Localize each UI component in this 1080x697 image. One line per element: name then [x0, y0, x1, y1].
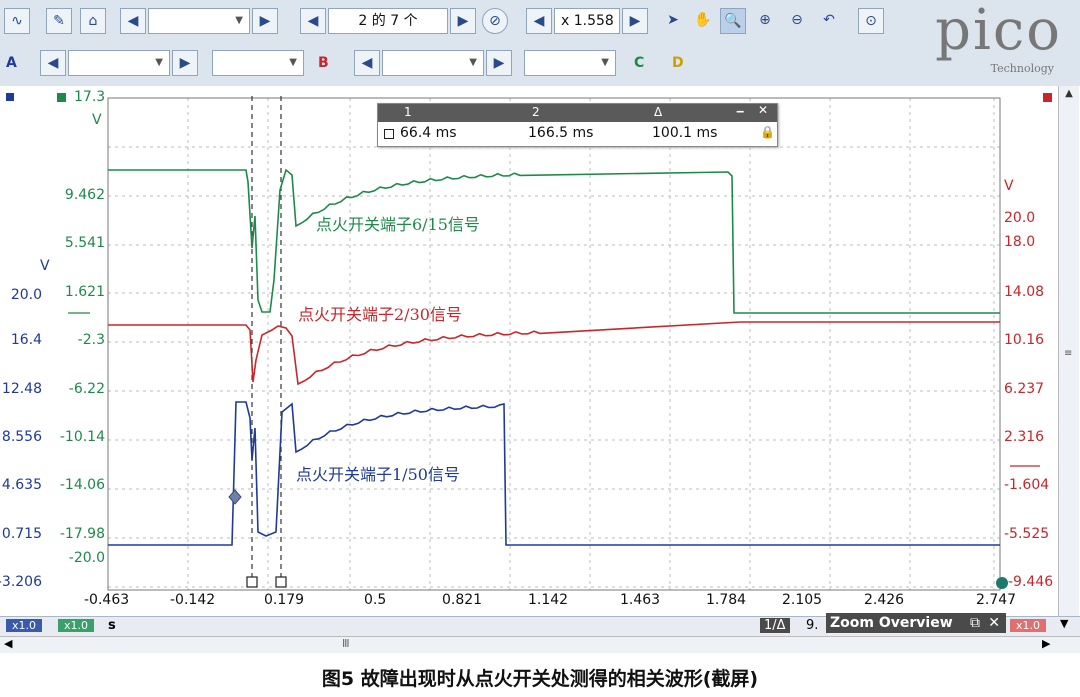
blue-axis-tick: -3.206	[0, 574, 42, 590]
red-scale-badge[interactable]: x1.0	[1010, 619, 1047, 632]
ruler-1-handle	[246, 576, 258, 588]
green-axis-marker	[57, 93, 66, 102]
blue-scale-badge[interactable]: x1.0	[6, 619, 43, 632]
green-axis-tick: -17.98	[59, 526, 105, 542]
blue-axis-tick: 4.635	[1, 477, 42, 493]
close-overview-icon: ✕	[988, 615, 1000, 631]
red-axis-tick: -1.604	[1004, 477, 1050, 493]
zoom-overview-panel[interactable]: Zoom Overview ⧉ ✕	[826, 613, 1006, 633]
red-unit: V	[1004, 178, 1014, 194]
measure-value-delta: 100.1 ms	[652, 125, 718, 141]
red-axis-tick: 20.0	[1004, 210, 1036, 226]
lock-icon: 🔒	[760, 125, 775, 139]
blue-axis-tick: 12.48	[1, 381, 42, 397]
green-top-value: 17.3	[74, 89, 106, 105]
red-axis-tick: 6.237	[1004, 381, 1045, 397]
red-axis-handle	[996, 577, 1008, 589]
ruler-value: 9.	[806, 618, 819, 633]
scope-plot[interactable]	[0, 0, 1080, 616]
green-axis-tick: -10.14	[59, 429, 105, 445]
time-unit-label: s	[108, 618, 116, 633]
scroll-left-icon: ◀	[4, 637, 13, 650]
figure-caption: 图5 故障出现时从点火开关处测得的相关波形(截屏)	[321, 668, 759, 690]
blue-axis-tick: 0.715	[1, 526, 42, 542]
status-bar: x1.0 x1.0 s 1/Δ 9. Zoom Overview ⧉ ✕ x1.…	[0, 613, 1080, 637]
scroll-right-icon: ▶	[1042, 637, 1051, 650]
blue-axis-tick: 16.4	[10, 332, 42, 348]
green-signal-label: 点火开关端子6/15信号	[316, 215, 480, 234]
vertical-scrollbar[interactable]: ▲ ≡	[1058, 86, 1079, 616]
time-axis-tick: 2.105	[782, 592, 823, 608]
time-axis-tick: 0.5	[364, 592, 387, 608]
measure-col-delta: Δ	[654, 105, 663, 119]
time-axis-tick: 1.784	[706, 592, 747, 608]
measure-values: 66.4 ms 166.5 ms 100.1 ms 🔒	[378, 123, 777, 145]
green-axis-tick: -6.22	[68, 381, 105, 397]
ruler-measurement-panel[interactable]: 1 2 Δ ‒ ✕ 66.4 ms 166.5 ms 100.1 ms 🔒	[377, 103, 778, 147]
green-axis-tick: 5.541	[64, 235, 105, 251]
close-icon[interactable]: ✕	[758, 103, 768, 117]
red-axis-tick: 2.316	[1004, 429, 1045, 445]
green-axis-tick: -14.06	[59, 477, 105, 493]
green-unit: V	[92, 112, 102, 128]
green-axis-tick: 9.462	[64, 187, 105, 203]
time-axis-tick: 0.821	[442, 592, 483, 608]
red-axis-tick: 14.08	[1004, 284, 1045, 300]
measure-value-1: 66.4 ms	[400, 125, 457, 141]
scroll-down-icon[interactable]: ▼	[1060, 617, 1068, 630]
zoom-overview-title: Zoom Overview	[830, 615, 953, 631]
measure-header: 1 2 Δ ‒ ✕	[378, 103, 777, 122]
ruler-mode-toggle[interactable]: 1/Δ	[760, 618, 790, 633]
blue-signal-label: 点火开关端子1/50信号	[296, 465, 460, 484]
time-axis-tick: 0.179	[264, 592, 305, 608]
restore-icon: ⧉	[970, 615, 980, 631]
green-axis-tick: 1.621	[64, 284, 105, 300]
blue-axis-tick: 20.0	[10, 287, 42, 303]
red-axis-tick: 10.16	[1004, 332, 1045, 348]
red-axis-tick: 18.0	[1004, 234, 1036, 250]
blue-unit: V	[40, 258, 50, 274]
blue-axis-tick: 8.556	[1, 429, 42, 445]
blue-axis-marker	[6, 93, 14, 101]
time-axis-tick: -0.463	[84, 592, 130, 608]
measure-value-2: 166.5 ms	[528, 125, 594, 141]
scroll-thumb-grip: Ⅲ	[342, 637, 350, 650]
minimize-icon[interactable]: ‒	[736, 104, 744, 118]
red-axis-marker	[1043, 93, 1052, 102]
red-signal-label: 点火开关端子2/30信号	[298, 305, 462, 324]
time-axis-tick: 2.426	[864, 592, 905, 608]
green-axis-tick: -2.3	[77, 332, 105, 348]
ruler-2-handle	[275, 576, 287, 588]
time-axis-tick: 1.142	[528, 592, 569, 608]
red-axis-tick: -5.525	[1004, 526, 1050, 542]
time-axis-tick: -0.142	[170, 592, 216, 608]
green-scale-badge[interactable]: x1.0	[58, 619, 95, 632]
measure-col-2: 2	[532, 105, 540, 119]
red-axis-tick: -9.446	[1008, 574, 1054, 590]
time-axis-tick: 1.463	[620, 592, 661, 608]
green-axis-tick: -20.0	[68, 550, 105, 566]
horizontal-scrollbar[interactable]: ◀ Ⅲ ▶	[0, 636, 1080, 653]
ruler-square-icon	[384, 129, 394, 139]
time-axis-tick: 2.747	[976, 592, 1017, 608]
measure-col-1: 1	[404, 105, 412, 119]
